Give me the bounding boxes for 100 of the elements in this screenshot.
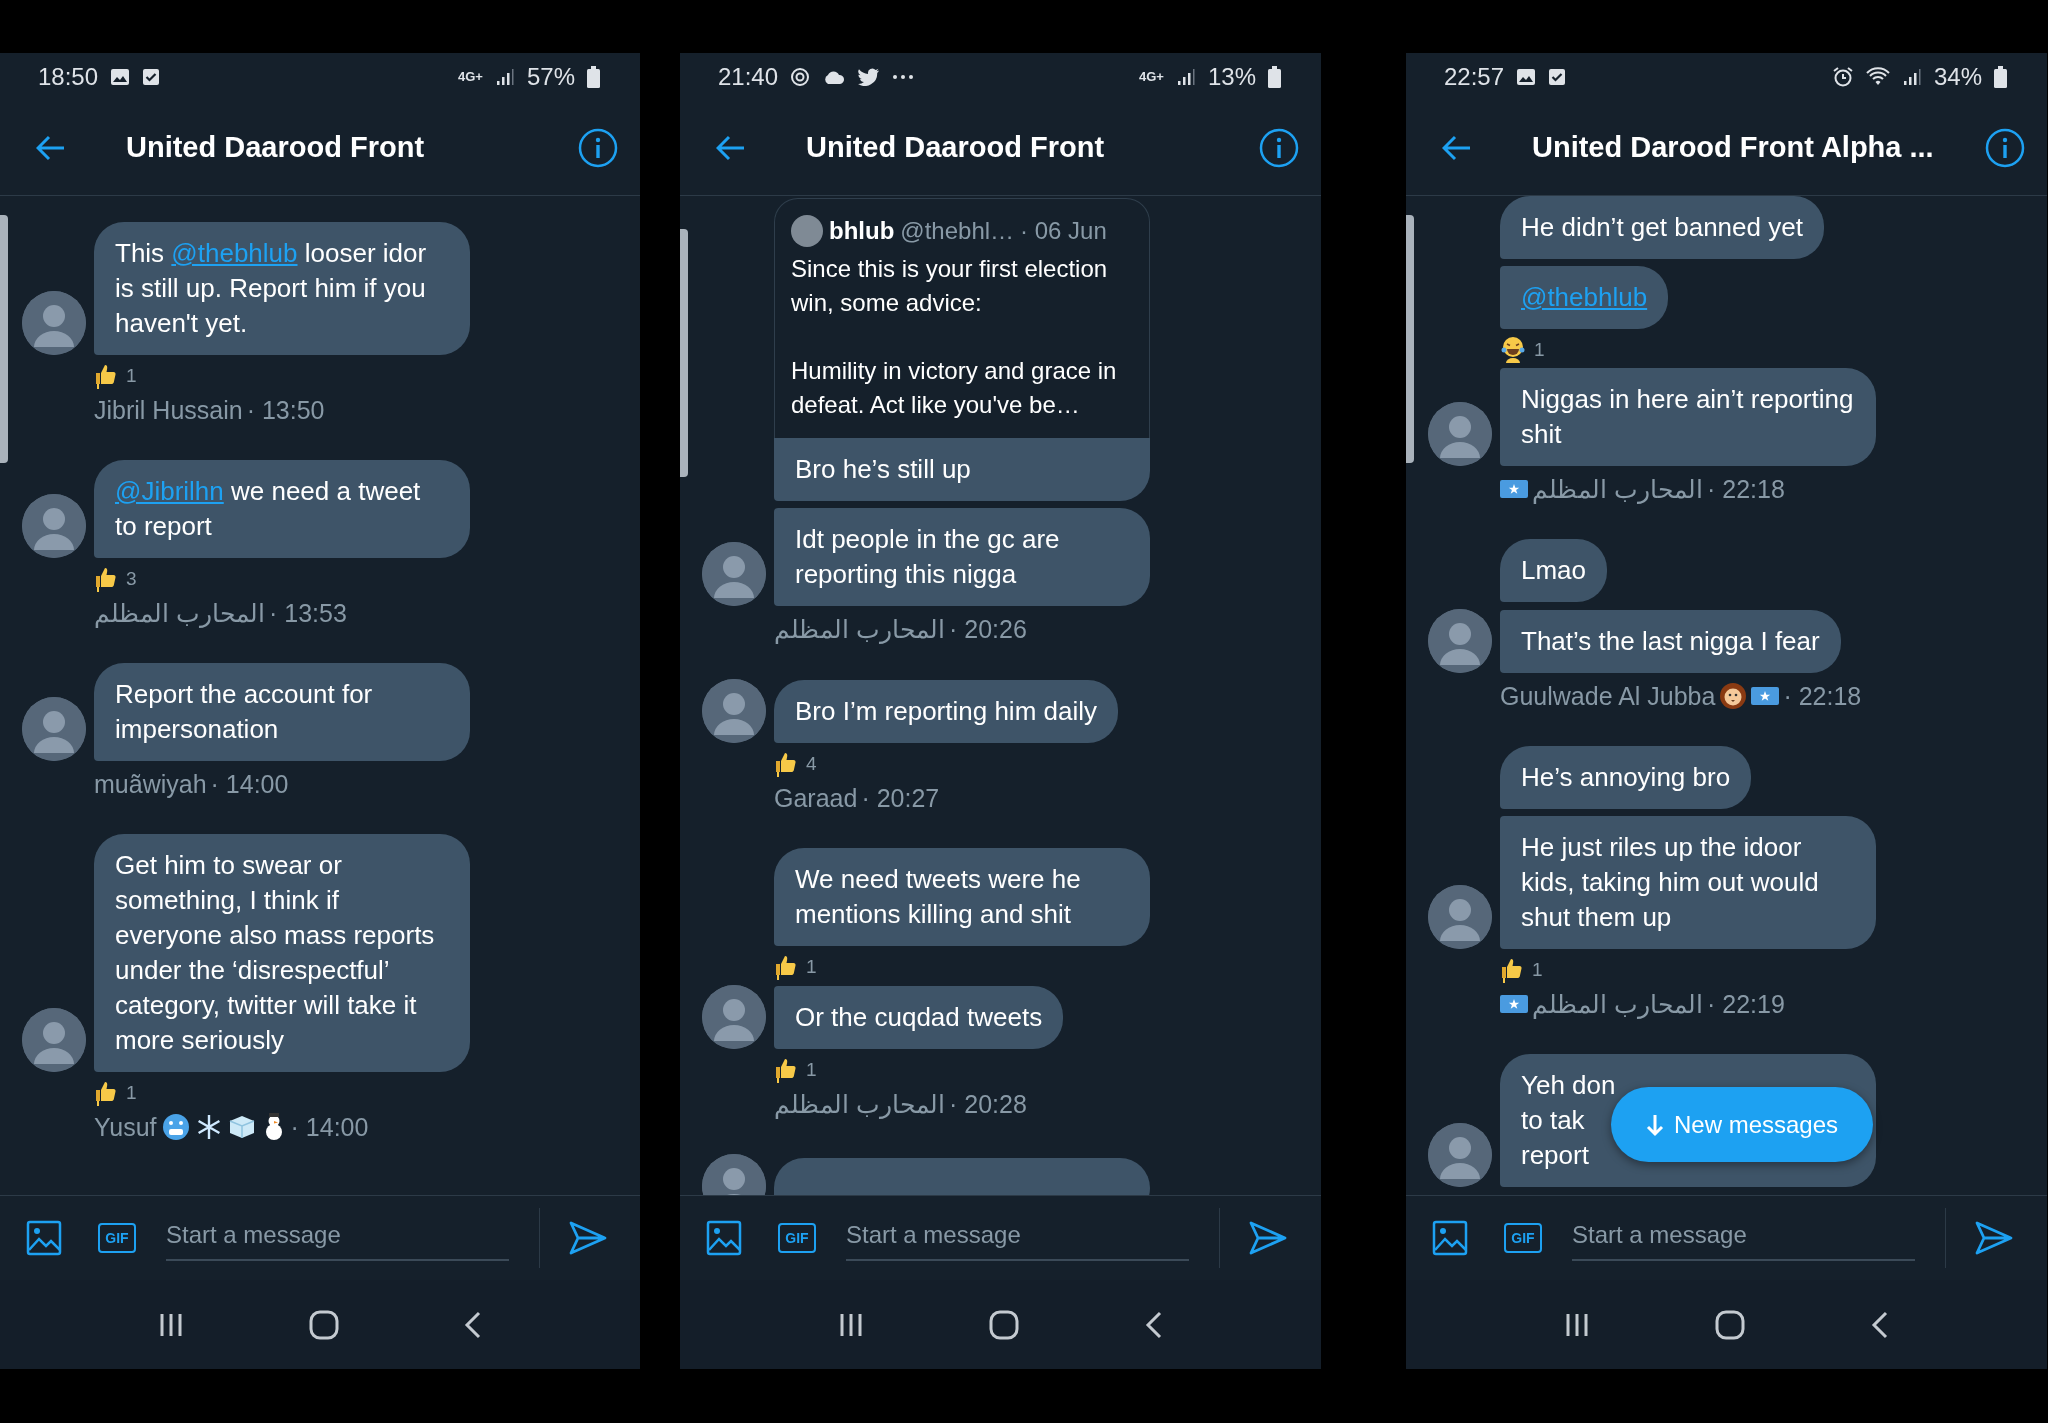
tweet-text: Since this is your first election win, some advice: bbox=[791, 254, 1109, 318]
message-time: · 13:50 bbox=[246, 395, 325, 425]
send-icon[interactable] bbox=[568, 1220, 608, 1256]
thumbs-up-icon bbox=[94, 362, 118, 390]
sender-name: المحارب المظلم bbox=[774, 1089, 945, 1119]
back-arrow-icon[interactable] bbox=[36, 134, 66, 161]
tweet-handle: @thebhl… bbox=[900, 216, 1015, 246]
avatar-silhouette[interactable] bbox=[1428, 885, 1492, 949]
back-icon[interactable] bbox=[1871, 1310, 1890, 1339]
send-icon[interactable] bbox=[1248, 1220, 1288, 1256]
sender-name: Garaad bbox=[774, 783, 858, 813]
avatar-silhouette[interactable] bbox=[1428, 1123, 1492, 1187]
message-time: · 22:18 bbox=[1783, 681, 1862, 711]
lion-face-icon bbox=[1719, 682, 1748, 710]
avatar-circle bbox=[791, 214, 823, 247]
cloud-icon bbox=[822, 68, 847, 85]
info-icon[interactable] bbox=[1985, 127, 2025, 168]
avatar-silhouette[interactable] bbox=[702, 542, 766, 606]
tweet-date: · 06 Jun bbox=[1020, 216, 1107, 246]
sender-name: Yusuf bbox=[94, 1112, 157, 1142]
home-icon[interactable] bbox=[309, 1309, 339, 1340]
image-icon[interactable] bbox=[1432, 1220, 1468, 1256]
checkbox-icon bbox=[1548, 67, 1567, 86]
message-text: report bbox=[1521, 1139, 1589, 1172]
sender-name: المحارب المظلم bbox=[774, 614, 945, 644]
message-text: Niggas in here ain’t reporting shit bbox=[1520, 383, 1855, 451]
tweet-author-name: bhlub bbox=[829, 216, 895, 246]
image-icon bbox=[110, 67, 131, 86]
avatar-silhouette[interactable] bbox=[22, 494, 86, 558]
message-time: · 20:28 bbox=[948, 1089, 1027, 1119]
message-text: That’s the last nigga I fear bbox=[1520, 625, 1821, 658]
battery-percent: 57% bbox=[526, 62, 575, 91]
reaction-count: 1 bbox=[806, 1059, 817, 1081]
alarm-clock-icon bbox=[1831, 65, 1854, 88]
message-text: We need tweets were he mentions killing and shit bbox=[794, 863, 1082, 931]
message-text: Get him to swear or something, I think if everyone also mass reports under the ‘disrespectful’ category, twitter will take it more seriously bbox=[114, 849, 436, 1057]
home-icon[interactable] bbox=[989, 1309, 1020, 1340]
info-icon[interactable] bbox=[1259, 127, 1299, 168]
battery-percent: 13% bbox=[1207, 62, 1256, 91]
quoted-tweet-card[interactable]: bhlub @thebhl… · 06 Jun Since this is your first election win, some advice: Humility in victory and grace in defeat. Act like you've be… bbox=[774, 198, 1150, 438]
sender-name: Guulwade Al Jubba bbox=[1500, 681, 1716, 711]
reaction-count: 1 bbox=[126, 1082, 137, 1104]
sender-name: المحارب المظلم bbox=[1532, 989, 1703, 1019]
sender-name: Jibril Hussain bbox=[94, 395, 243, 425]
back-icon[interactable] bbox=[1145, 1310, 1164, 1339]
thumbs-up-icon bbox=[774, 1056, 798, 1084]
message-text: This @thebhlub looser idor is still up. Report him if you haven't yet. bbox=[114, 237, 428, 340]
avatar-silhouette[interactable] bbox=[22, 291, 86, 355]
clock-time: 18:50 bbox=[38, 62, 99, 91]
thumbs-up-icon bbox=[774, 953, 798, 981]
conversation-title: United Daarood Front bbox=[806, 131, 1106, 164]
flag-icon bbox=[1500, 479, 1528, 499]
message-input[interactable]: Start a message bbox=[166, 1215, 509, 1261]
flag-icon bbox=[1751, 686, 1780, 706]
message-time: · 13:53 bbox=[268, 598, 347, 628]
message-time: · 22:18 bbox=[1706, 474, 1785, 504]
signal-icon bbox=[1175, 66, 1196, 87]
avatar-silhouette[interactable] bbox=[702, 985, 766, 1049]
back-arrow-icon[interactable] bbox=[1442, 134, 1472, 161]
checkbox-icon bbox=[142, 67, 161, 86]
image-icon[interactable] bbox=[706, 1220, 742, 1256]
message-text: @Jibrilhn we need a tweet to report bbox=[114, 475, 422, 543]
info-icon[interactable] bbox=[578, 127, 618, 168]
sender-name: المحارب المظلم bbox=[1532, 474, 1703, 504]
conversation-title: United Darood Front Alpha ... bbox=[1532, 131, 1935, 164]
gif-button[interactable]: GIF bbox=[1504, 1223, 1542, 1253]
reaction-count: 1 bbox=[1534, 339, 1545, 361]
avatar-silhouette[interactable] bbox=[1428, 402, 1492, 466]
avatar-silhouette[interactable] bbox=[1428, 609, 1492, 673]
image-icon[interactable] bbox=[26, 1220, 62, 1256]
back-arrow-icon[interactable] bbox=[716, 134, 746, 161]
message-input[interactable]: Start a message bbox=[1572, 1215, 1915, 1261]
more-dots-icon bbox=[892, 73, 915, 80]
signal-icon bbox=[1901, 66, 1922, 87]
message-text: Bro he’s still up bbox=[794, 453, 972, 486]
conversation-title: United Daarood Front bbox=[126, 131, 426, 164]
reaction-count: 1 bbox=[126, 365, 137, 387]
message-input[interactable]: Start a message bbox=[846, 1215, 1189, 1261]
arrow-down-icon bbox=[1645, 1112, 1664, 1137]
back-icon[interactable] bbox=[464, 1310, 483, 1339]
avatar-silhouette[interactable] bbox=[22, 697, 86, 761]
network-type: 4G+ bbox=[458, 70, 483, 83]
message-text: He didn’t get banned yet bbox=[1520, 211, 1804, 244]
reaction-count: 1 bbox=[1532, 959, 1543, 981]
message-time: · 22:19 bbox=[1706, 989, 1785, 1019]
send-icon[interactable] bbox=[1974, 1220, 2014, 1256]
avatar-silhouette[interactable] bbox=[702, 679, 766, 743]
battery-icon bbox=[1268, 65, 1281, 88]
avatar-silhouette[interactable] bbox=[22, 1008, 86, 1072]
gif-button[interactable]: GIF bbox=[98, 1223, 136, 1253]
gif-button[interactable]: GIF bbox=[778, 1223, 816, 1253]
message-text: to tak bbox=[1521, 1104, 1585, 1137]
wifi-icon bbox=[1865, 66, 1890, 87]
flag-icon bbox=[1500, 994, 1528, 1014]
battery-icon bbox=[587, 65, 600, 88]
thumbs-up-icon bbox=[94, 565, 118, 593]
tweet-text: Humility in victory and grace in defeat. Act like you've be… bbox=[791, 356, 1118, 420]
home-icon[interactable] bbox=[1715, 1309, 1746, 1340]
message-text: Idt people in the gc are reporting this nigga bbox=[794, 523, 1061, 591]
thumbs-up-icon bbox=[774, 750, 798, 778]
